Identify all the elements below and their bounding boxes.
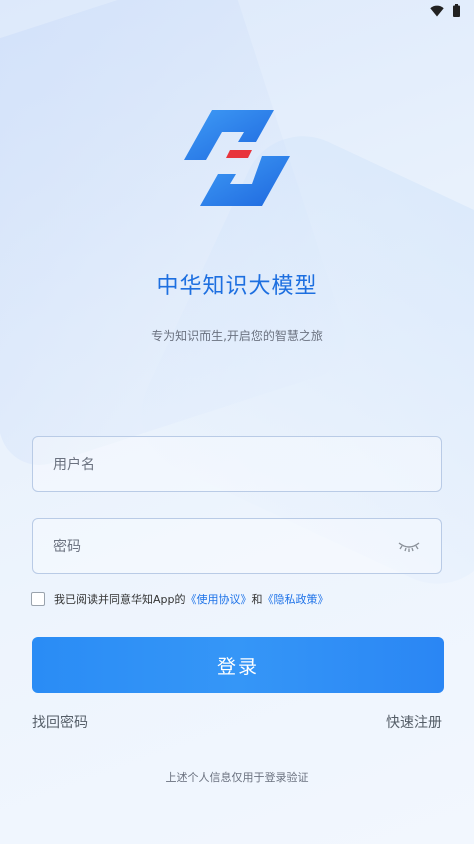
password-input[interactable]: [51, 519, 385, 575]
agreement-row: 我已阅读并同意华知App的 《使用协议》 和 《隐私政策》: [31, 590, 329, 608]
agreement-text: 我已阅读并同意华知App的: [54, 593, 186, 606]
forgot-password-link[interactable]: 找回密码: [32, 712, 88, 732]
footer-note: 上述个人信息仅用于登录验证: [165, 771, 309, 784]
app-logo: [184, 110, 290, 206]
app-title: 中华知识大模型: [156, 274, 318, 299]
battery-icon: [453, 4, 460, 17]
status-bar: [0, 0, 474, 24]
login-button[interactable]: 登录: [32, 637, 444, 693]
app-slogan: 专为知识而生,开启您的智慧之旅: [151, 329, 323, 343]
agreement-conjunction: 和: [251, 593, 263, 606]
password-field[interactable]: [32, 518, 442, 575]
register-link[interactable]: 快速注册: [386, 712, 442, 732]
username-field[interactable]: [32, 436, 442, 493]
terms-link[interactable]: 《使用协议》: [186, 591, 252, 607]
wifi-icon: [430, 5, 444, 17]
agreement-checkbox[interactable]: [31, 592, 45, 606]
eye-closed-icon[interactable]: [397, 538, 421, 554]
privacy-link[interactable]: 《隐私政策》: [263, 591, 329, 607]
username-input[interactable]: [51, 437, 385, 493]
